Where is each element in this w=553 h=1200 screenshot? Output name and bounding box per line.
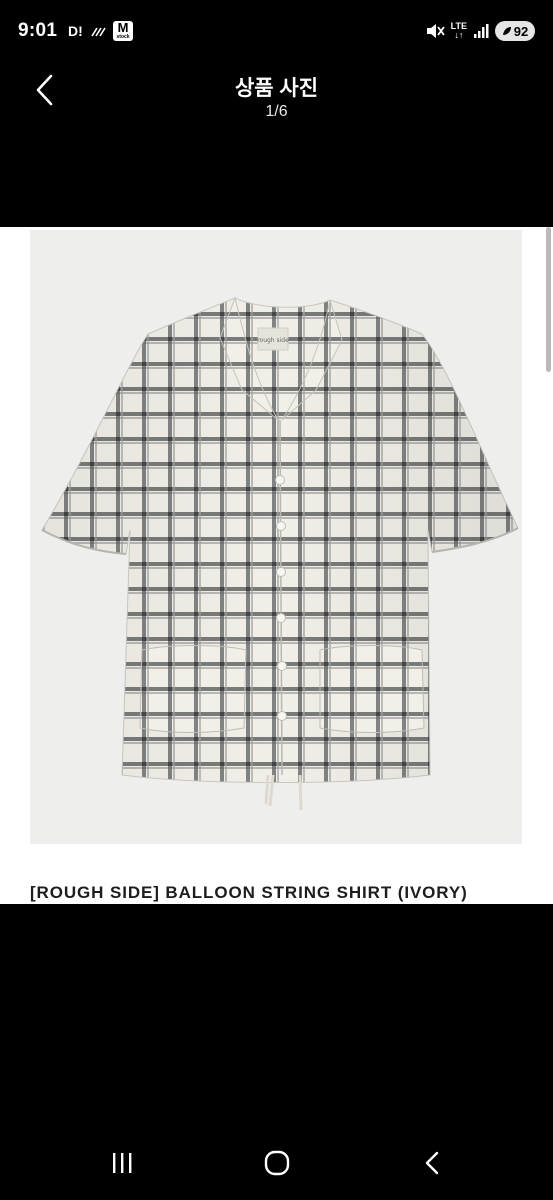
m-stock-app-icon: M stock	[113, 21, 133, 41]
back-icon	[425, 1151, 439, 1175]
shirt-image: rough side	[41, 296, 519, 811]
empty-area	[0, 904, 553, 1134]
battery-level: 92	[513, 23, 529, 39]
battery-saver-icon	[502, 27, 511, 35]
notification-d-icon: D!	[68, 23, 83, 39]
scrollbar[interactable]	[546, 227, 551, 372]
status-right-icons: LTE ↓↑ 92	[425, 20, 535, 42]
status-time: 9:01	[18, 20, 58, 41]
back-nav-button[interactable]	[412, 1148, 452, 1178]
home-button[interactable]	[257, 1148, 297, 1178]
wifi-calling-icon	[91, 27, 106, 37]
mute-icon	[426, 24, 445, 38]
header: 상품 사진 1/6	[0, 62, 553, 227]
home-icon	[264, 1150, 290, 1176]
svg-text:rough side: rough side	[257, 337, 289, 344]
cell-signal-icon	[474, 24, 489, 38]
status-bar: 9:01 D! M stock LTE ↓↑ 92	[0, 0, 553, 62]
product-photo-viewer[interactable]: rough side [ROUGH SIDE] BALLOON STRING S…	[0, 227, 553, 904]
recent-apps-button[interactable]	[102, 1148, 142, 1178]
page-title: 상품 사진	[234, 77, 319, 100]
product-name: [ROUGH SIDE] BALLOON STRING SHIRT (IVORY…	[30, 883, 468, 902]
system-navigation-bar	[0, 1134, 553, 1200]
battery-indicator: 92	[495, 21, 535, 41]
page-indicator: 1/6	[265, 103, 288, 120]
lte-indicator: LTE ↓↑	[450, 21, 467, 40]
recent-apps-icon	[113, 1153, 132, 1173]
product-photo[interactable]: rough side	[30, 230, 522, 844]
